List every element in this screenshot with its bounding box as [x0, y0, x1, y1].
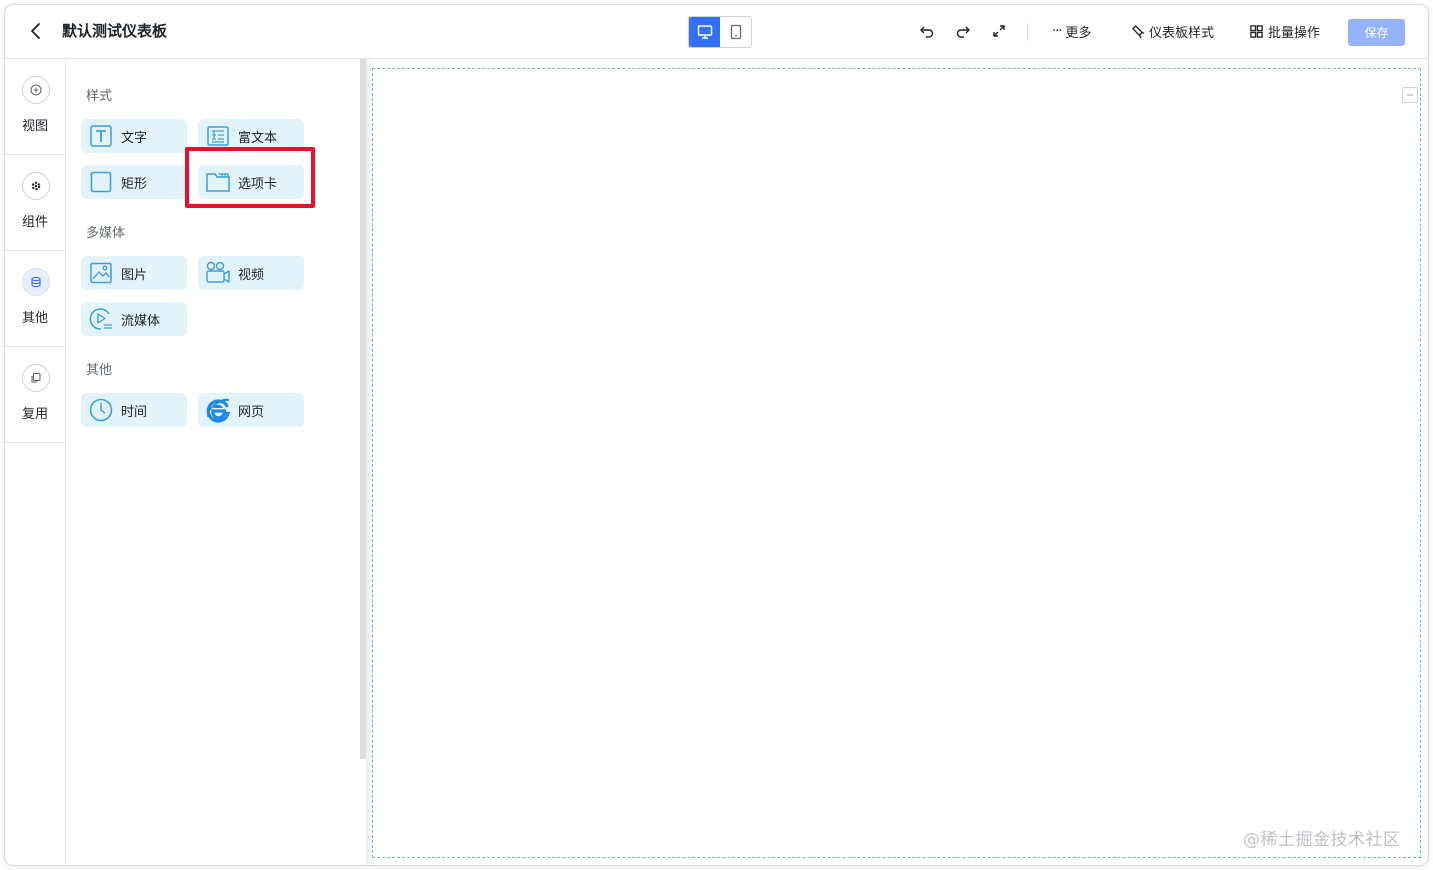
ie-browser-icon	[206, 398, 231, 423]
dashboard-style-label: 仪表板样式	[1149, 25, 1215, 41]
rectangle-icon	[90, 171, 112, 193]
undo-icon	[920, 26, 934, 38]
rail-icon-wrapper	[22, 364, 50, 392]
component-label: 文字	[121, 130, 148, 146]
redo-icon	[956, 26, 970, 38]
video-camera-icon	[206, 261, 230, 283]
image-icon	[90, 262, 112, 284]
redo-button[interactable]	[951, 19, 975, 43]
editor-header: 默认测试仪表板 ··· 更多 仪表板样式 批量操作 保存	[5, 5, 1428, 59]
toolbar-divider	[1027, 23, 1028, 41]
component-label: 流媒体	[121, 313, 161, 329]
component-label: 视频	[238, 267, 265, 283]
rail-item-view[interactable]: 视图	[5, 59, 65, 155]
desktop-icon	[697, 25, 712, 39]
component-label: 矩形	[121, 176, 148, 192]
page-title: 默认测试仪表板	[62, 22, 168, 40]
grid-icon	[1250, 24, 1263, 38]
expand-icon	[993, 25, 1005, 37]
more-label: 更多	[1065, 25, 1092, 41]
section-title-other: 其他	[86, 363, 113, 378]
chevron-left-icon	[31, 23, 40, 39]
left-rail: 视图 组件 其他 复用	[5, 59, 66, 865]
minus-icon	[1407, 94, 1413, 96]
rail-item-other[interactable]: 其他	[5, 251, 65, 347]
mobile-icon	[730, 24, 741, 40]
batch-operation-button[interactable]: 批量操作	[1249, 20, 1320, 42]
rail-label: 视图	[21, 119, 48, 134]
text-icon	[90, 125, 112, 147]
component-video[interactable]: 视频	[198, 256, 304, 290]
component-rich-text[interactable]: 富文本	[198, 119, 304, 153]
watermark: @稀土掘金技术社区	[1243, 830, 1401, 850]
plus-circle-icon	[30, 84, 42, 96]
brush-icon	[1132, 24, 1145, 38]
canvas-board[interactable]	[372, 68, 1421, 858]
component-time[interactable]: 时间	[81, 393, 187, 427]
rail-icon-wrapper	[22, 76, 50, 104]
rail-item-component[interactable]: 组件	[5, 155, 65, 251]
rail-label: 其他	[21, 311, 48, 326]
section-title-style: 样式	[86, 89, 113, 104]
dashboard-style-button[interactable]: 仪表板样式	[1130, 20, 1214, 42]
component-tabs[interactable]: 选项卡	[198, 165, 304, 199]
rail-label: 复用	[21, 407, 48, 422]
component-text[interactable]: 文字	[81, 119, 187, 153]
batch-operation-label: 批量操作	[1268, 25, 1321, 41]
device-switch	[688, 16, 752, 48]
database-icon	[31, 276, 41, 288]
section-title-multimedia: 多媒体	[86, 226, 126, 241]
undo-button[interactable]	[915, 19, 939, 43]
component-label: 图片	[121, 267, 148, 283]
mobile-view-button[interactable]	[720, 17, 751, 47]
dashboard-canvas[interactable]	[366, 59, 1428, 865]
dashboard-editor-window: 默认测试仪表板 ··· 更多 仪表板样式 批量操作 保存 视图 组件 其他 复用…	[5, 5, 1428, 865]
component-label: 选项卡	[238, 176, 278, 192]
rail-item-reuse[interactable]: 复用	[5, 347, 65, 443]
component-streaming[interactable]: 流媒体	[81, 302, 187, 336]
rail-label: 组件	[21, 215, 48, 230]
clock-icon	[89, 398, 113, 422]
gear-icon	[31, 181, 41, 191]
more-button[interactable]: ··· 更多	[1052, 20, 1091, 42]
component-rectangle[interactable]: 矩形	[81, 165, 187, 199]
save-button[interactable]: 保存	[1348, 19, 1405, 46]
desktop-view-button[interactable]	[689, 17, 720, 47]
rail-icon-wrapper	[22, 172, 50, 200]
component-panel: 样式 文字 富文本 矩形 选项卡 多媒体 图片 视频 流媒体 其他 时间 网页	[66, 59, 366, 865]
ellipsis-icon: ···	[1052, 23, 1062, 39]
rail-icon-wrapper	[22, 268, 50, 296]
canvas-collapse-button[interactable]	[1402, 87, 1418, 103]
streaming-icon	[89, 308, 112, 330]
rich-text-icon	[207, 126, 229, 146]
component-label: 网页	[238, 404, 265, 420]
fullscreen-button[interactable]	[987, 19, 1011, 43]
component-webpage[interactable]: 网页	[198, 393, 304, 427]
component-label: 时间	[121, 404, 148, 420]
copy-icon	[31, 372, 41, 383]
back-button[interactable]	[25, 19, 47, 43]
tabs-icon	[206, 173, 230, 192]
component-image[interactable]: 图片	[81, 256, 187, 290]
component-label: 富文本	[238, 130, 278, 146]
